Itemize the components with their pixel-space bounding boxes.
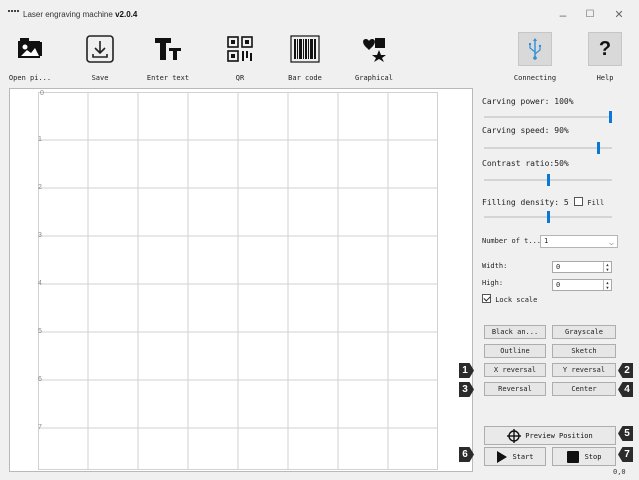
title-bar: Laser engraving machine v2.0.4 – ☐ ✕ <box>0 0 639 30</box>
shapes-icon <box>359 34 389 64</box>
close-button[interactable]: ✕ <box>604 6 634 24</box>
stop-button[interactable]: Stop <box>552 447 616 466</box>
number-of-times-value: 1 <box>544 237 549 245</box>
start-button[interactable]: Start <box>484 447 546 466</box>
width-input[interactable]: 0 ▲ ▼ <box>552 261 612 273</box>
reversal-button[interactable]: Reversal <box>484 382 546 396</box>
contrast-ratio-label: Contrast ratio:50% <box>482 159 569 168</box>
row-label-1: 1 <box>38 136 42 143</box>
black-and-white-button[interactable]: Black an... <box>484 325 546 339</box>
row-label-3: 3 <box>38 232 42 239</box>
width-label: Width: <box>482 262 508 270</box>
connecting-button[interactable]: Connecting <box>505 32 565 82</box>
bar-code-label: Bar code <box>288 74 322 82</box>
connecting-label: Connecting <box>513 74 557 82</box>
maximize-button[interactable]: ☐ <box>575 6 605 24</box>
filling-density-thumb[interactable] <box>547 211 550 223</box>
position-readout: 0,0 <box>613 468 626 476</box>
help-icon: ? <box>588 32 622 66</box>
canvas-grid <box>38 92 438 470</box>
preview-position-label: Preview Position <box>525 431 593 440</box>
enter-text-button[interactable]: Enter text <box>138 34 198 82</box>
enter-text-label: Enter text <box>146 74 190 82</box>
width-spinner[interactable]: ▲ ▼ <box>603 262 611 272</box>
high-value: 0 <box>556 281 561 289</box>
save-button[interactable]: Save <box>70 34 130 82</box>
carving-power-label: Carving power: 100% <box>482 97 574 106</box>
row-label-4: 4 <box>38 280 42 287</box>
qr-label: QR <box>235 74 245 82</box>
filling-density-slider[interactable] <box>484 211 612 223</box>
qr-button[interactable]: QR <box>210 34 270 82</box>
stop-icon <box>566 450 579 463</box>
help-label: Help <box>596 74 614 82</box>
qr-code-icon <box>225 34 255 64</box>
high-spinner[interactable]: ▲ ▼ <box>603 280 611 290</box>
graphical-button[interactable]: Graphical <box>344 34 404 82</box>
center-button[interactable]: Center <box>552 382 616 396</box>
carving-power-thumb[interactable] <box>609 111 612 123</box>
barcode-icon <box>290 34 320 64</box>
usb-icon <box>518 32 552 66</box>
save-label: Save <box>91 74 109 82</box>
open-pictures-button[interactable]: Open pi... <box>0 34 60 82</box>
high-label: High: <box>482 279 504 287</box>
contrast-ratio-thumb[interactable] <box>547 174 550 186</box>
text-icon <box>153 34 183 64</box>
lock-scale-label: Lock scale <box>495 296 538 304</box>
lock-scale-checkbox[interactable] <box>482 294 491 303</box>
row-label-2: 2 <box>38 184 42 191</box>
carving-speed-thumb[interactable] <box>597 142 600 154</box>
high-input[interactable]: 0 ▲ ▼ <box>552 279 612 291</box>
fill-checkbox[interactable] <box>573 197 583 206</box>
window-title-text: Laser engraving machine <box>23 10 113 19</box>
row-label-6: 6 <box>38 376 42 383</box>
width-value: 0 <box>556 263 561 271</box>
window-title: Laser engraving machine v2.0.4 <box>23 10 137 19</box>
filling-density-label: Filling density: 5 <box>482 198 569 207</box>
chevron-down-icon: ⌵ <box>609 238 614 247</box>
window-version: v2.0.4 <box>115 10 138 19</box>
carving-speed-label: Carving speed: 90% <box>482 126 569 135</box>
row-label-7: 7 <box>38 424 42 431</box>
play-icon <box>497 450 508 463</box>
row-label-5: 5 <box>38 328 42 335</box>
fill-label: Fill <box>587 199 605 207</box>
open-pictures-label: Open pi... <box>8 74 52 82</box>
lock-scale-row: Lock scale <box>482 294 537 304</box>
stop-label: Stop <box>584 452 602 461</box>
row-label-0: 0 <box>40 90 44 97</box>
start-label: Start <box>512 452 534 461</box>
grayscale-button[interactable]: Grayscale <box>552 325 616 339</box>
carving-power-slider[interactable] <box>484 111 612 123</box>
number-of-times-label: Number of t... <box>482 237 542 245</box>
toolbar: Open pi... Save Enter text QR Bar code G… <box>0 30 639 88</box>
contrast-ratio-slider[interactable] <box>484 174 612 186</box>
help-button[interactable]: ? Help <box>575 32 635 82</box>
outline-button[interactable]: Outline <box>484 344 546 358</box>
crosshair-icon <box>507 428 522 443</box>
number-of-times-select[interactable]: 1 ⌵ <box>540 235 618 248</box>
x-reversal-button[interactable]: X reversal <box>484 363 546 377</box>
minimize-button[interactable]: – <box>548 6 578 24</box>
engraving-canvas[interactable]: 0 1 2 3 4 5 6 7 <box>9 88 473 472</box>
y-reversal-button[interactable]: Y reversal <box>552 363 616 377</box>
open-image-icon <box>15 34 45 64</box>
bar-code-button[interactable]: Bar code <box>275 34 335 82</box>
carving-speed-slider[interactable] <box>484 142 612 154</box>
sketch-button[interactable]: Sketch <box>552 344 616 358</box>
app-icon <box>8 10 20 16</box>
preview-position-button[interactable]: Preview Position <box>484 426 616 445</box>
save-download-icon <box>85 34 115 64</box>
filling-density-row: Filling density: 5 Fill <box>482 197 604 207</box>
graphical-label: Graphical <box>355 74 393 82</box>
